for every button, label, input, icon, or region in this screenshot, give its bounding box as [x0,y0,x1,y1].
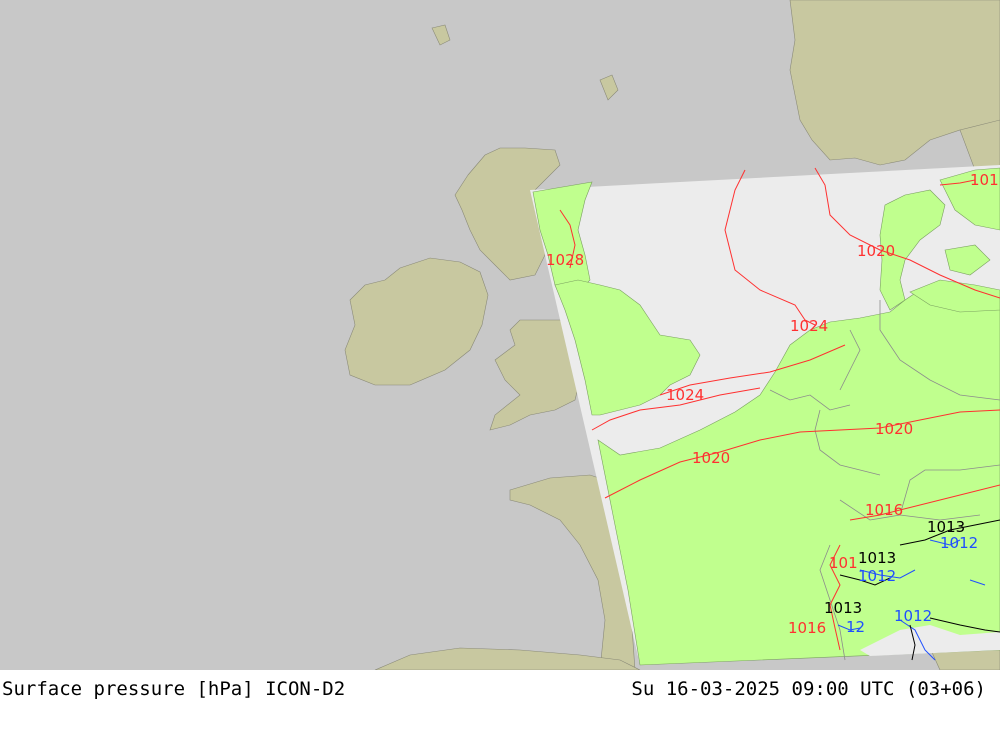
map-title: Surface pressure [hPa] ICON-D2 [2,678,346,700]
label-1020-fr: 1020 [692,449,730,467]
map-svg: 1028 1020 101 1024 1024 1020 1020 1016 1… [0,0,1000,671]
pressure-map: 1028 1020 101 1024 1024 1020 1020 1016 1… [0,0,1000,671]
label-101-ne: 101 [970,171,999,189]
label-1020-ne: 1020 [857,242,895,260]
label-1012-a: 1012 [858,567,896,585]
label-1013-c: 1013 [824,599,862,617]
label-1012-c: 1012 [940,534,978,552]
label-1016-sw: 1016 [788,619,826,637]
label-1016-alps: 1016 [865,501,903,519]
label-101-w: 101 [829,554,858,572]
label-1024-nl: 1024 [790,317,828,335]
label-1020-de: 1020 [875,420,913,438]
map-footer: Surface pressure [hPa] ICON-D2 Su 16-03-… [0,670,1000,733]
map-timestamp: Su 16-03-2025 09:00 UTC (03+06) [631,678,986,700]
label-1028: 1028 [546,251,584,269]
label-1012-b: 1012 [894,607,932,625]
label-1024-ch: 1024 [666,386,704,404]
label-12-a: 12 [846,618,865,636]
label-1013-b: 1013 [858,549,896,567]
